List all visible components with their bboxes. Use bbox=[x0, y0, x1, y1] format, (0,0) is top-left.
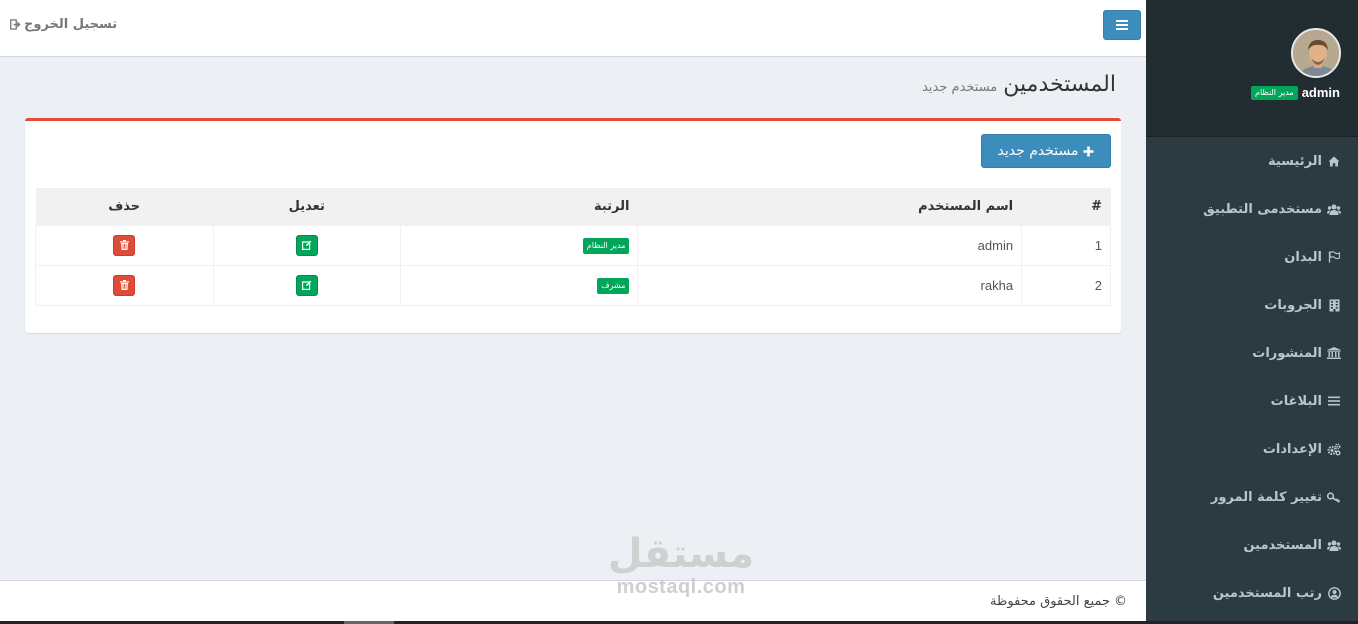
row-username: rakha bbox=[637, 264, 1023, 306]
rank-badge: مدير النظام bbox=[582, 237, 630, 254]
sidebar-item-app-users[interactable]: مستخدمى التطبيق bbox=[1146, 185, 1358, 233]
column-header-name: اسم المستخدم bbox=[637, 188, 1023, 225]
sidebar-item-label: البدان bbox=[1284, 249, 1322, 265]
watermark-arabic: مستقل bbox=[607, 531, 755, 577]
sidebar-item-groups[interactable]: الجروبات bbox=[1146, 281, 1358, 329]
footer-text: جميع الحقوق محفوظة bbox=[990, 594, 1110, 609]
table-header-row: # اسم المستخدم الرتبة تعديل حذف bbox=[35, 188, 1111, 225]
logout-label: تسجيل الخروج bbox=[24, 17, 118, 32]
sidebar-item-label: المستخدمين bbox=[1243, 537, 1322, 553]
column-header-edit: تعديل bbox=[213, 188, 401, 225]
sidebar-item-reports[interactable]: البلاغات bbox=[1146, 377, 1358, 425]
sidebar-item-settings[interactable]: الإعدادات bbox=[1146, 425, 1358, 473]
users-table: # اسم المستخدم الرتبة تعديل حذف 1 admin … bbox=[35, 188, 1111, 306]
footer: © جميع الحقوق محفوظة bbox=[0, 580, 1146, 624]
trash-icon bbox=[119, 280, 129, 290]
edit-button[interactable] bbox=[295, 234, 318, 256]
sidebar-item-posts[interactable]: المنشورات bbox=[1146, 329, 1358, 377]
sidebar-item-label: الإعدادات bbox=[1262, 441, 1322, 457]
sidebar-item-countries[interactable]: البدان bbox=[1146, 233, 1358, 281]
copyright-icon: © bbox=[1114, 594, 1127, 609]
row-edit-cell bbox=[212, 224, 401, 266]
sidebar-item-label: رتب المستخدمين bbox=[1212, 585, 1322, 601]
sidebar-toggle-button[interactable] bbox=[1103, 10, 1141, 40]
cogs-icon bbox=[1327, 442, 1341, 456]
plus-icon bbox=[1083, 146, 1094, 156]
row-number: 2 bbox=[1021, 264, 1111, 306]
row-rank-cell: مدير النظام bbox=[399, 224, 639, 266]
sidebar-menu: الرئيسية مستخدمى التطبيق البدان الجروبات… bbox=[1146, 137, 1358, 617]
new-user-button[interactable]: مستخدم جديد bbox=[981, 134, 1111, 168]
row-delete-cell bbox=[35, 224, 214, 266]
role-badge: مدير النظام bbox=[1251, 85, 1298, 100]
institution-icon bbox=[1327, 347, 1341, 359]
key-icon bbox=[1327, 491, 1341, 503]
column-header-rank: الرتبة bbox=[400, 188, 639, 225]
row-delete-cell bbox=[35, 264, 214, 306]
sidebar-item-user-ranks[interactable]: رتب المستخدمين bbox=[1146, 569, 1358, 617]
page-header: المستخدمين مستخدم جديد bbox=[922, 72, 1116, 97]
sidebar-item-label: الرئيسية bbox=[1267, 153, 1322, 169]
row-rank-cell: مشرف bbox=[399, 264, 639, 306]
copyright: © جميع الحقوق محفوظة bbox=[990, 594, 1127, 609]
menu-icon bbox=[1116, 20, 1128, 30]
user-info: admin مدير النظام bbox=[1251, 85, 1340, 100]
home-icon bbox=[1327, 156, 1341, 167]
table-row: 2 rakha مشرف bbox=[35, 264, 1111, 306]
sidebar-item-label: مستخدمى التطبيق bbox=[1203, 201, 1322, 217]
sidebar-item-label: المنشورات bbox=[1252, 345, 1322, 361]
row-username: admin bbox=[637, 224, 1023, 266]
user-name: admin bbox=[1301, 85, 1340, 100]
edit-icon bbox=[301, 240, 312, 250]
delete-button[interactable] bbox=[113, 234, 136, 256]
flag-icon bbox=[1327, 251, 1341, 263]
trash-icon bbox=[119, 240, 129, 250]
user-circle-icon bbox=[1327, 586, 1341, 600]
users-box: مستخدم جديد # اسم المستخدم الرتبة تعديل … bbox=[25, 118, 1121, 333]
page-title: المستخدمين bbox=[1003, 72, 1116, 97]
sidebar-item-label: البلاغات bbox=[1270, 393, 1322, 409]
column-header-delete: حذف bbox=[35, 188, 214, 225]
new-user-label: مستخدم جديد bbox=[997, 143, 1079, 159]
row-edit-cell bbox=[212, 264, 401, 306]
row-number: 1 bbox=[1021, 224, 1111, 266]
users-icon bbox=[1327, 204, 1341, 215]
edit-icon bbox=[301, 280, 312, 290]
users-icon bbox=[1327, 540, 1341, 551]
sidebar-item-label: الجروبات bbox=[1264, 297, 1322, 313]
avatar bbox=[1291, 28, 1341, 78]
sidebar: admin مدير النظام الرئيسية مستخدمى التطب… bbox=[1146, 0, 1358, 624]
edit-button[interactable] bbox=[295, 274, 318, 296]
user-panel: admin مدير النظام bbox=[1146, 0, 1358, 137]
sidebar-item-change-password[interactable]: تغيير كلمة المرور bbox=[1146, 473, 1358, 521]
sidebar-item-home[interactable]: الرئيسية bbox=[1146, 137, 1358, 185]
top-header: تسجيل الخروج bbox=[0, 0, 1146, 57]
page-subtitle: مستخدم جديد bbox=[922, 80, 998, 95]
logout-link[interactable]: تسجيل الخروج bbox=[10, 17, 117, 32]
delete-button[interactable] bbox=[113, 274, 136, 296]
rank-badge: مشرف bbox=[597, 277, 630, 294]
sidebar-item-label: تغيير كلمة المرور bbox=[1210, 489, 1322, 505]
sign-out-icon bbox=[10, 19, 21, 30]
sidebar-item-users[interactable]: المستخدمين bbox=[1146, 521, 1358, 569]
column-header-num: # bbox=[1021, 188, 1111, 225]
table-row: 1 admin مدير النظام bbox=[35, 224, 1111, 266]
list-icon bbox=[1327, 396, 1341, 406]
building-icon bbox=[1327, 299, 1341, 312]
